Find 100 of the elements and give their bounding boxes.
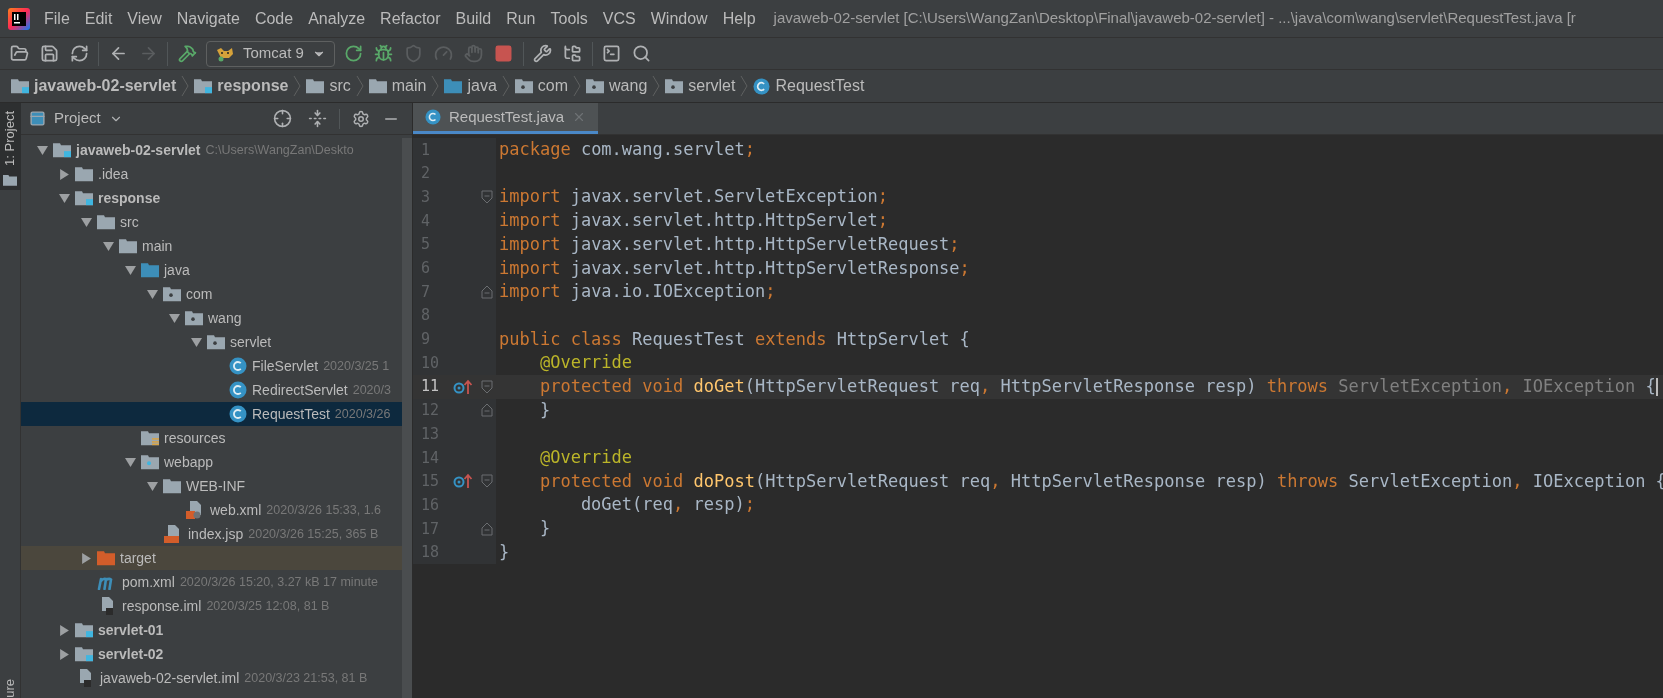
breadcrumb[interactable]: java: [441, 74, 500, 98]
menu-item[interactable]: Edit: [84, 6, 113, 31]
chevron-separator-icon: [501, 75, 510, 97]
tree-row[interactable]: javaweb-02-servlet.iml 2020/3/23 21:53, 81 B: [21, 666, 402, 690]
breadcrumb[interactable]: RequestTest: [750, 74, 868, 98]
expanded-arrow-icon[interactable]: [169, 312, 180, 324]
folder-icon: [119, 238, 137, 254]
class-icon: [229, 405, 247, 423]
module-folder-icon: [194, 78, 213, 94]
breadcrumb[interactable]: wang: [583, 74, 651, 98]
menu-item[interactable]: Window: [650, 6, 708, 31]
hammer-icon: [177, 44, 197, 63]
tree-row[interactable]: response: [21, 186, 402, 210]
chevron-separator-icon: [431, 75, 440, 97]
tree-row[interactable]: servlet-02: [21, 642, 402, 666]
folder-icon: [97, 550, 115, 566]
scrollbar[interactable]: [402, 138, 412, 698]
expanded-arrow-icon[interactable]: [191, 336, 202, 348]
fold-marker-icon[interactable]: [480, 403, 493, 418]
tree-detail: 2020/3/25 12:08, 81 B: [206, 597, 330, 615]
project-view-dropdown[interactable]: Project: [29, 107, 123, 130]
tree-row[interactable]: src: [21, 210, 402, 234]
run-config-dropdown[interactable]: Tomcat 9: [206, 40, 335, 67]
tree-row[interactable]: .idea: [21, 162, 402, 186]
breadcrumb[interactable]: src: [303, 74, 354, 98]
breadcrumb[interactable]: servlet: [662, 74, 739, 98]
menu-item[interactable]: Run: [506, 6, 536, 31]
tree-row[interactable]: wang: [21, 306, 402, 330]
editor-tab[interactable]: RequestTest.java: [413, 103, 599, 134]
tree-row[interactable]: index.jsp 2020/3/26 15:25, 365 B: [21, 522, 402, 546]
expanded-arrow-icon[interactable]: [59, 192, 70, 204]
collapse-all-icon[interactable]: [308, 109, 327, 128]
class-icon: [229, 357, 247, 375]
tree-row[interactable]: RequestTest 2020/3/26: [21, 402, 402, 426]
fold-marker-icon[interactable]: [480, 521, 493, 536]
module-folder-icon: [11, 78, 29, 94]
tree-row[interactable]: pom.xml 2020/3/26 15:20, 3.27 kB 17 minute: [21, 570, 402, 594]
tree-label: javaweb-02-servlet.iml: [100, 668, 240, 688]
hand-icon: [464, 44, 484, 63]
override-marker-icon[interactable]: [453, 473, 473, 490]
tree-row[interactable]: servlet: [21, 330, 402, 354]
menu-item[interactable]: Build: [455, 6, 492, 31]
tree-row[interactable]: web.xml 2020/3/26 15:33, 1.6: [21, 498, 402, 522]
expanded-arrow-icon[interactable]: [125, 264, 136, 276]
fold-marker-icon[interactable]: [480, 284, 493, 299]
collapsed-arrow-icon[interactable]: [59, 168, 70, 180]
collapsed-arrow-icon[interactable]: [59, 648, 70, 660]
tree-row[interactable]: RedirectServlet 2020/3: [21, 378, 402, 402]
collapsed-arrow-icon[interactable]: [59, 624, 70, 636]
tree-row[interactable]: webapp: [21, 450, 402, 474]
chevron-separator-icon: [355, 75, 364, 97]
menu-item[interactable]: VCS: [602, 6, 636, 31]
breadcrumb[interactable]: com: [511, 74, 572, 98]
menu-item[interactable]: Tools: [550, 6, 588, 31]
expanded-arrow-icon[interactable]: [103, 240, 114, 252]
fold-marker-icon[interactable]: [480, 379, 493, 394]
tree-detail: 2020/3/23 21:53, 81 B: [244, 669, 368, 687]
expanded-arrow-icon[interactable]: [37, 144, 48, 156]
tree-row[interactable]: servlet-01: [21, 618, 402, 642]
tree-label: RedirectServlet: [252, 380, 348, 400]
fold-marker-icon[interactable]: [480, 190, 493, 205]
menu-item[interactable]: File: [44, 6, 70, 31]
expanded-arrow-icon[interactable]: [147, 288, 158, 300]
tree-row[interactable]: java: [21, 258, 402, 282]
breadcrumb[interactable]: response: [191, 74, 292, 98]
module-folder-icon: [75, 622, 93, 638]
tree-row[interactable]: resources: [21, 426, 402, 450]
refresh-icon: [69, 44, 89, 63]
menu-item[interactable]: Code: [254, 6, 294, 31]
tree-row[interactable]: com: [21, 282, 402, 306]
tree-row[interactable]: FileServlet 2020/3/25 1: [21, 354, 402, 378]
structure-tool-tab[interactable]: ure: [0, 679, 20, 698]
menu-item[interactable]: Analyze: [308, 6, 366, 31]
menu-item[interactable]: View: [127, 6, 162, 31]
expanded-arrow-icon[interactable]: [81, 216, 92, 228]
menu-item[interactable]: Navigate: [176, 6, 240, 31]
menu-item[interactable]: Help: [722, 6, 756, 31]
code-line: @Override: [538, 446, 633, 470]
settings-icon[interactable]: [352, 109, 370, 128]
gauge-icon: [434, 44, 454, 63]
search-icon: [632, 44, 652, 63]
tree-row[interactable]: target: [21, 546, 402, 570]
tree-row[interactable]: javaweb-02-servlet C:\Users\WangZan\Deskto: [21, 138, 402, 162]
collapsed-arrow-icon[interactable]: [81, 552, 92, 564]
tree-row[interactable]: WEB-INF: [21, 474, 402, 498]
expanded-arrow-icon[interactable]: [147, 480, 158, 492]
locate-icon[interactable]: [273, 109, 292, 128]
expanded-arrow-icon[interactable]: [125, 456, 136, 468]
menu-item[interactable]: Refactor: [380, 6, 441, 31]
tree-row[interactable]: response.iml 2020/3/25 12:08, 81 B: [21, 594, 402, 618]
code-line: public class RequestTest extends HttpServlet {: [499, 327, 970, 351]
override-marker-icon[interactable]: [453, 378, 473, 395]
tree-label: pom.xml: [122, 572, 175, 592]
fold-marker-icon[interactable]: [480, 474, 493, 489]
code-line: protected void doGet(HttpServletRequest req, HttpServletResponse resp) throws ServletException, IOException {: [538, 374, 1656, 398]
breadcrumb[interactable]: javaweb-02-servlet: [8, 74, 180, 98]
project-tool-tab[interactable]: 1: Project: [0, 103, 21, 190]
tree-label: FileServlet: [252, 356, 319, 376]
breadcrumb[interactable]: main: [365, 74, 430, 98]
tree-row[interactable]: main: [21, 234, 402, 258]
